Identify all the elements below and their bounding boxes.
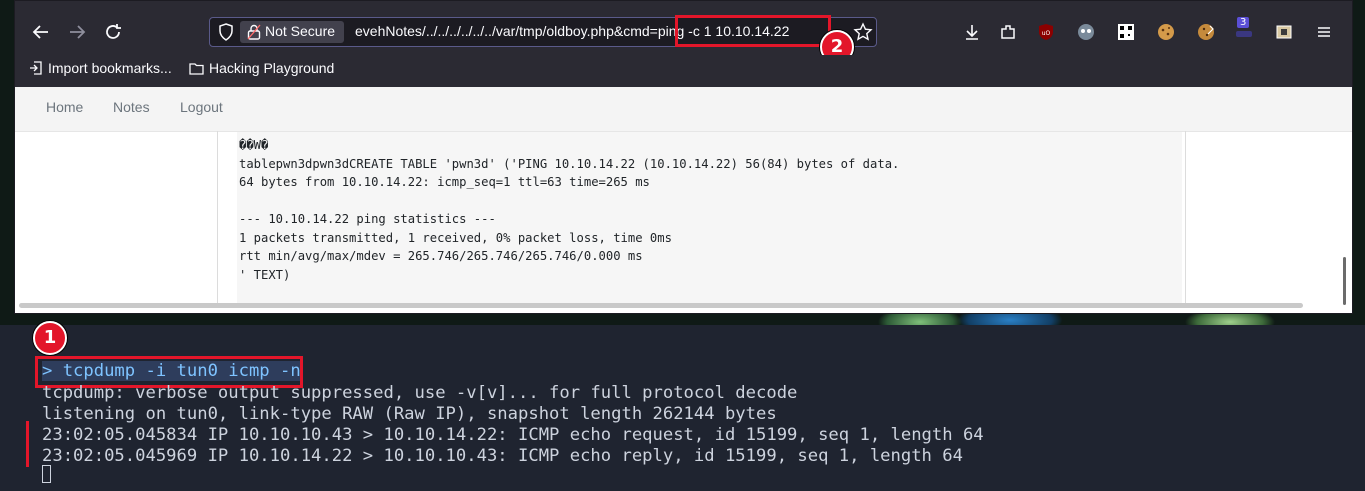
qr-icon[interactable]	[1115, 21, 1137, 43]
terminal-output-line: tcpdump: verbose output suppressed, use …	[42, 383, 798, 403]
forward-arrow-icon	[70, 25, 86, 39]
container-icon[interactable]	[1273, 21, 1295, 43]
column-divider-right	[1185, 131, 1186, 303]
site-navbar: Home Notes Logout	[15, 87, 1352, 132]
extension-badge-icon[interactable]: 3	[1233, 17, 1255, 39]
tracking-shield-icon[interactable]	[218, 23, 234, 41]
terminal-output-line: 23:02:05.045969 IP 10.10.14.22 > 10.10.1…	[42, 446, 963, 466]
menu-icon[interactable]	[1313, 21, 1335, 43]
broken-lock-icon	[247, 24, 261, 40]
column-divider-left	[217, 131, 218, 303]
output-line: 64 bytes from 10.10.14.22: icmp_seq=1 tt…	[239, 175, 650, 189]
bookmark-star-icon[interactable]	[853, 22, 873, 42]
bookmark-import[interactable]: Import bookmarks...	[29, 60, 172, 76]
terminal-window: 1 > tcpdump -i tun0 icmp -n tcpdump: ver…	[0, 321, 1365, 491]
nav-logout-link[interactable]: Logout	[180, 99, 223, 115]
cookie-editor-icon[interactable]	[1195, 21, 1217, 43]
annotation-badge-1: 1	[33, 321, 67, 355]
ublock-icon[interactable]: uO	[1035, 21, 1057, 43]
output-line: ' TEXT)	[239, 267, 291, 282]
vertical-scrollbar[interactable]	[1343, 257, 1346, 305]
nav-home-link[interactable]: Home	[46, 99, 83, 115]
output-line: ��W�	[239, 138, 269, 152]
reload-button[interactable]	[99, 18, 127, 46]
import-icon	[30, 61, 42, 75]
page-content: Home Notes Logout ��W� tablepwn3dpwn3dCR…	[15, 87, 1352, 313]
terminal-output-line: listening on tun0, link-type RAW (Raw IP…	[42, 404, 777, 424]
forward-button[interactable]	[63, 18, 91, 46]
bookmarks-toolbar: Import bookmarks... Hacking Playground	[15, 55, 1352, 85]
output-line: 1 packets transmitted, 1 received, 0% pa…	[239, 230, 672, 245]
cookie-icon[interactable]	[1155, 21, 1177, 43]
back-button[interactable]	[27, 18, 55, 46]
nav-notes-link[interactable]: Notes	[113, 99, 150, 115]
output-line: tablepwn3dpwn3dCREATE TABLE 'pwn3d' ('PI…	[239, 156, 900, 171]
output-line: --- 10.10.14.22 ping statistics ---	[239, 212, 496, 226]
download-icon[interactable]	[961, 21, 983, 43]
extension-badge-count: 3	[1237, 17, 1250, 28]
output-line: rtt min/avg/max/mdev = 265.746/265.746/2…	[239, 249, 643, 263]
terminal-cursor	[42, 465, 51, 483]
cmd-highlight-box	[675, 15, 831, 47]
back-arrow-icon	[32, 25, 48, 39]
bookmark-import-label: Import bookmarks...	[48, 60, 172, 76]
extensions-icon[interactable]	[997, 21, 1019, 43]
browser-window: Not Secure evehNotes/../../../../../../v…	[14, 0, 1353, 314]
packet-marker	[26, 421, 29, 467]
bookmark-hacking-playground[interactable]: Hacking Playground	[189, 60, 334, 76]
terminal-output-line: 23:02:05.045834 IP 10.10.10.43 > 10.10.1…	[42, 425, 984, 445]
security-label: Not Secure	[265, 23, 336, 39]
command-output: ��W� tablepwn3dpwn3dCREATE TABLE 'pwn3d'…	[237, 132, 1182, 304]
security-indicator[interactable]: Not Secure	[240, 21, 344, 43]
profile-icon[interactable]	[1075, 21, 1097, 43]
folder-icon	[189, 62, 204, 75]
browser-toolbar: Not Secure evehNotes/../../../../../../v…	[15, 1, 1352, 64]
reload-icon	[106, 24, 121, 39]
horizontal-scrollbar[interactable]	[19, 303, 1303, 308]
svg-text:uO: uO	[1042, 30, 1051, 37]
bookmark-folder-label: Hacking Playground	[209, 60, 335, 76]
